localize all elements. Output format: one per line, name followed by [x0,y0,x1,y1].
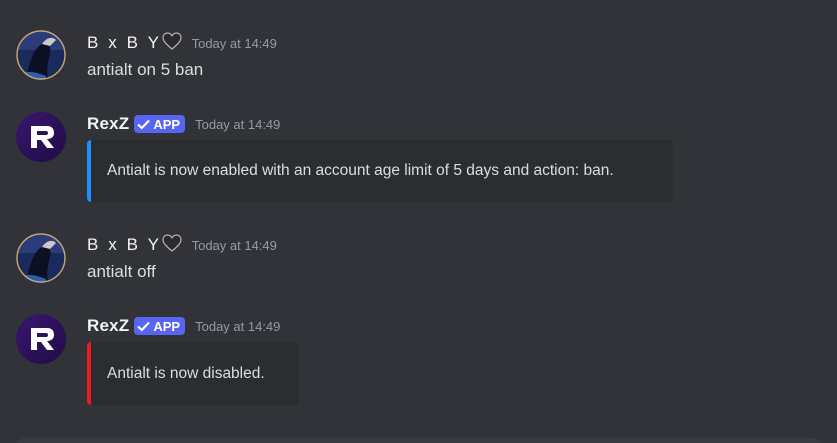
message-composer[interactable] [16,438,821,443]
app-badge-label: APP [153,116,181,132]
checkmark-icon [137,321,151,332]
embed-description: Antialt is now enabled with an account a… [107,162,614,179]
message-embed: Antialt is now disabled. [87,342,299,405]
user-avatar[interactable] [16,233,66,283]
embed-accent-bar [87,140,91,202]
app-badge-label: APP [153,318,181,334]
bot-avatar[interactable] [16,112,66,162]
message-timestamp[interactable]: Today at 14:49 [195,319,280,334]
app-badge: APP [134,317,186,335]
message-embed: Antialt is now enabled with an account a… [87,140,673,202]
author-name[interactable]: B x B Y [87,33,162,53]
author-name[interactable]: RexZ [87,316,129,336]
embed-accent-bar [87,342,91,405]
message-content: antialt off [87,262,156,281]
author-name[interactable]: RexZ [87,114,129,134]
author-name[interactable]: B x B Y [87,235,162,255]
message-timestamp[interactable]: Today at 14:49 [192,238,277,253]
black-heart-icon [161,233,182,257]
chat-message-list: B x B Y Today at 14:49 antialt on 5 ban [0,0,837,443]
app-badge: APP [134,115,186,133]
bot-avatar[interactable] [16,314,66,364]
black-heart-icon [161,31,182,55]
message-timestamp[interactable]: Today at 14:49 [192,36,277,51]
user-avatar[interactable] [16,30,66,80]
message-timestamp[interactable]: Today at 14:49 [195,117,280,132]
message-content: antialt on 5 ban [87,60,204,79]
embed-description: Antialt is now disabled. [107,364,265,382]
checkmark-icon [137,119,151,130]
